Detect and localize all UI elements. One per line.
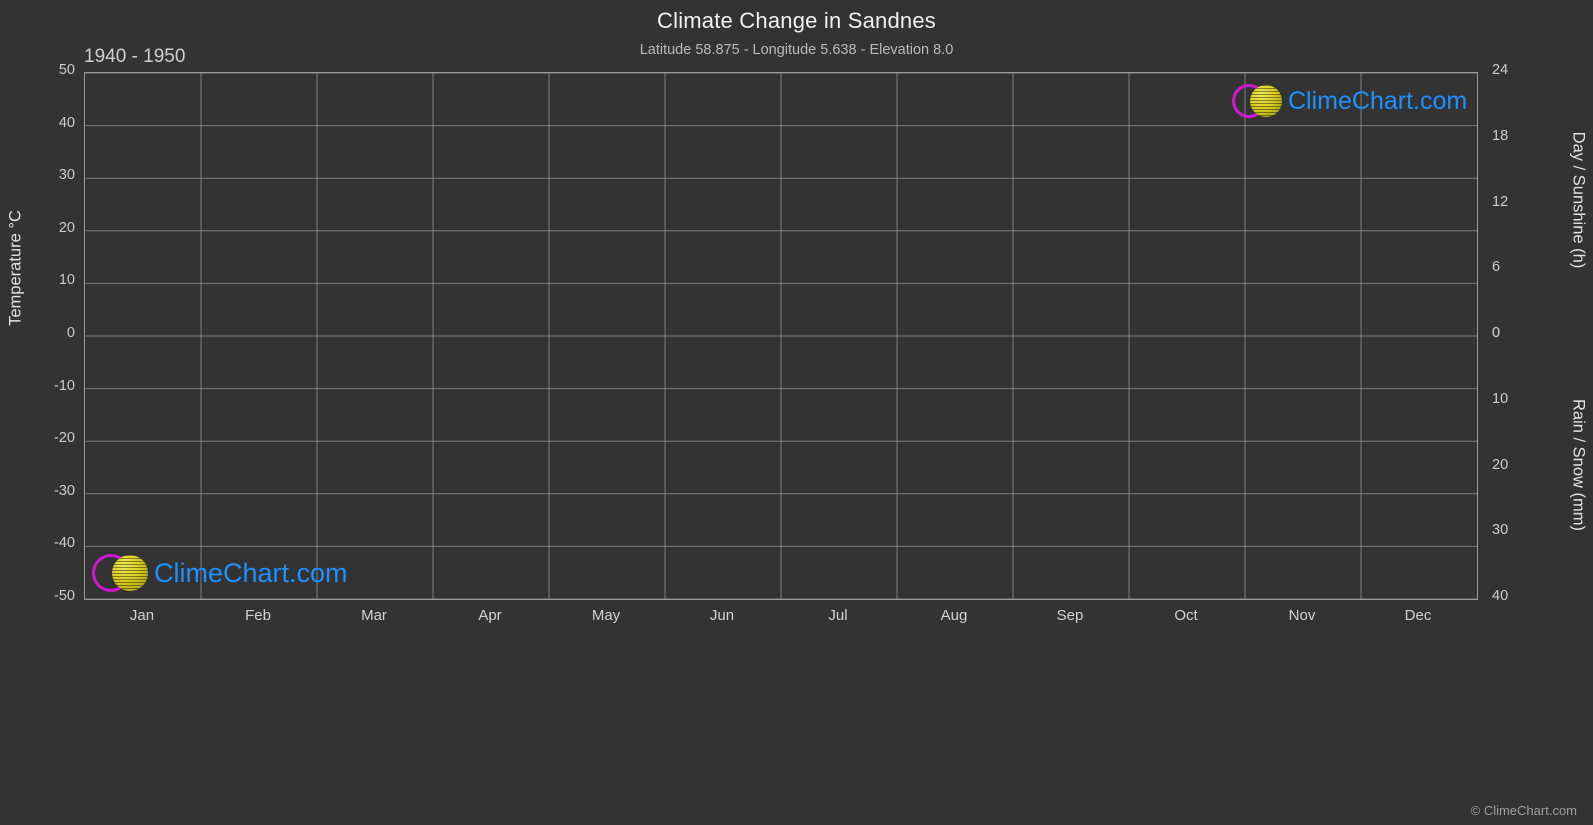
chart-legend — [0, 648, 1593, 818]
x-axis-tick-mar: Mar — [361, 607, 387, 624]
chart-subtitle: Latitude 58.875 - Longitude 5.638 - Elev… — [639, 42, 954, 58]
copyright-notice: © ClimeChart.com — [1470, 803, 1577, 818]
y-axis-right-bottom-tick: 0 — [1492, 325, 1501, 341]
watermark-logo-text: ClimeChart.com — [1288, 86, 1468, 115]
y-axis-left-tick: -30 — [54, 482, 75, 499]
watermark-logo-top: ClimeChart.com — [1232, 82, 1467, 120]
logo-sun-ball-icon — [1250, 85, 1282, 117]
y-axis-left-tick: 40 — [58, 114, 75, 131]
y-axis-left-tick: 30 — [58, 167, 75, 184]
y-axis-left-tick: -40 — [54, 535, 75, 552]
y-axis-left-tick: 20 — [58, 219, 75, 236]
y-axis-right-bottom-tick: 40 — [1492, 588, 1509, 604]
watermark-logo-bottom: ClimeChart.com — [92, 552, 348, 594]
chart-plot-area — [84, 72, 1478, 600]
watermark-logo-text: ClimeChart.com — [154, 557, 348, 588]
y-axis-left-tick: -50 — [54, 588, 75, 604]
x-axis-tick-nov: Nov — [1288, 607, 1316, 624]
chart-gridlines — [85, 73, 1477, 599]
y-axis-left-label: Temperature °C — [6, 210, 25, 326]
y-axis-right-top-tick: 12 — [1492, 193, 1509, 210]
y-axis-left-tick: -10 — [54, 377, 75, 394]
chart-canvas — [85, 73, 1477, 599]
y-axis-left-tick: 0 — [66, 325, 75, 341]
y-axis-left-tick: 10 — [58, 272, 75, 289]
x-axis-tick-apr: Apr — [478, 607, 502, 624]
x-axis-tick-may: May — [591, 607, 621, 624]
x-axis-tick-dec: Dec — [1404, 607, 1432, 624]
y-axis-right-bottom-tick: 10 — [1492, 390, 1509, 407]
x-axis-tick-feb: Feb — [245, 607, 271, 624]
y-axis-right-bottom-tick: 20 — [1492, 456, 1509, 473]
y-axis-right-top-label: Day / Sunshine (h) — [1569, 131, 1588, 269]
y-axis-left-tick: -20 — [54, 430, 75, 447]
x-axis-tick-aug: Aug — [940, 607, 968, 624]
y-axis-right-bottom-label: Rain / Snow (mm) — [1569, 398, 1588, 532]
climechart-logo-icon — [92, 552, 154, 594]
x-axis-tick-oct: Oct — [1174, 607, 1198, 624]
x-axis-tick-jan: Jan — [129, 607, 155, 624]
y-axis-right-top-tick: 24 — [1492, 62, 1509, 78]
y-axis-right-bottom-tick: 30 — [1492, 522, 1509, 539]
x-axis-tick-jul: Jul — [828, 607, 848, 624]
chart-title: Climate Change in Sandnes — [657, 8, 936, 33]
logo-sun-ball-icon — [112, 555, 148, 591]
y-axis-right-top-tick: 18 — [1492, 127, 1509, 144]
period-label: 1940 - 1950 — [84, 46, 186, 67]
x-axis-tick-sep: Sep — [1056, 607, 1084, 624]
y-axis-right-top-tick: 6 — [1492, 259, 1501, 276]
y-axis-left-tick: 50 — [58, 62, 75, 78]
climechart-logo-icon — [1232, 82, 1288, 120]
x-axis-tick-jun: Jun — [709, 607, 735, 624]
